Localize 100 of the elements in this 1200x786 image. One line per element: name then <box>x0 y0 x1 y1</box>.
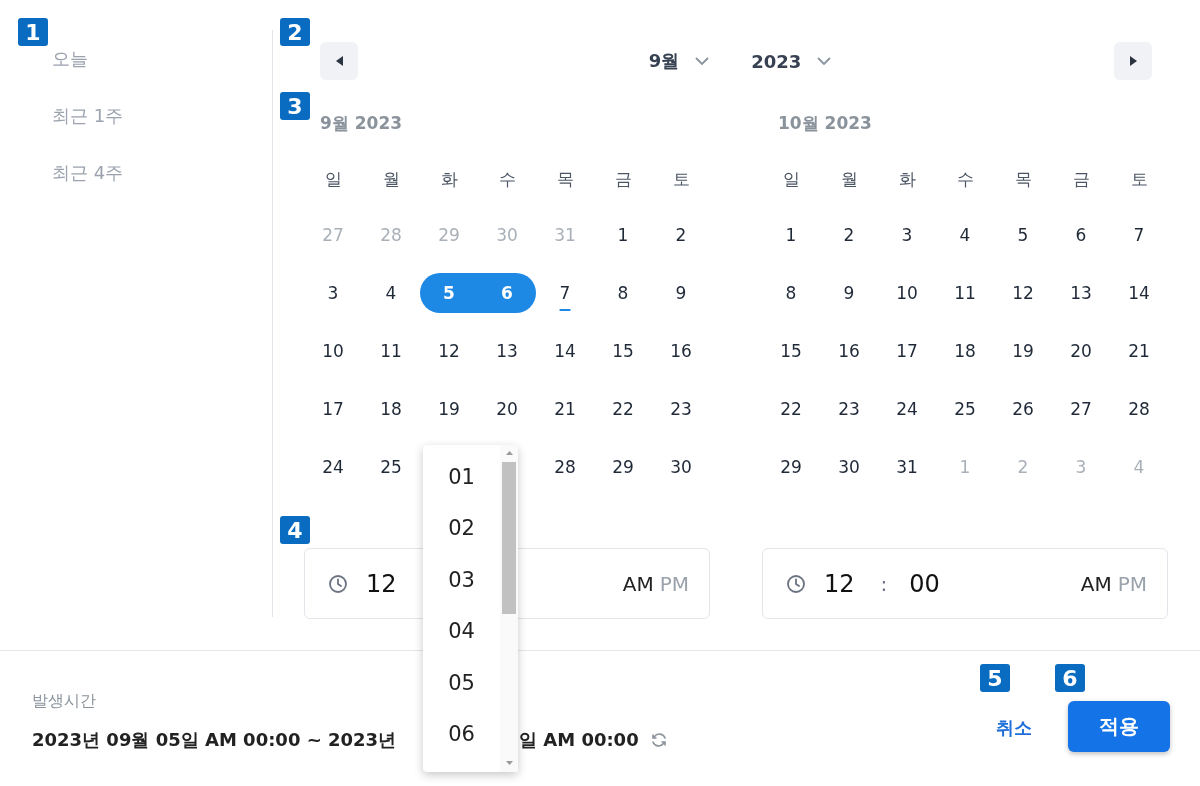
calendar-day[interactable]: 4 <box>936 215 994 255</box>
calendar-day[interactable]: 23 <box>652 389 710 429</box>
clock-icon <box>328 573 348 594</box>
calendar-day[interactable]: 22 <box>594 389 652 429</box>
calendar-day[interactable]: 16 <box>652 331 710 371</box>
calendar-day[interactable]: 17 <box>304 389 362 429</box>
calendar-day[interactable]: 10 <box>878 273 936 313</box>
number-badge: 6 <box>1055 664 1085 692</box>
calendar-day[interactable]: 14 <box>1110 273 1168 313</box>
hour-option[interactable]: 05 <box>423 657 500 709</box>
calendar-day[interactable]: 8 <box>762 273 820 313</box>
meridiem-option[interactable]: AM <box>1080 571 1112 596</box>
calendar-day[interactable]: 11 <box>362 331 420 371</box>
chevron-down-icon <box>817 56 832 66</box>
calendar-day[interactable]: 21 <box>1110 331 1168 371</box>
calendar-day[interactable]: 11 <box>936 273 994 313</box>
weekday-label: 토 <box>671 167 691 191</box>
calendar-day[interactable]: 6 <box>1052 215 1110 255</box>
calendar-day[interactable]: 14 <box>536 331 594 371</box>
hour-option[interactable]: 04 <box>423 605 500 657</box>
calendar-day[interactable]: 19 <box>420 389 478 429</box>
calendar-day[interactable]: 29 <box>594 447 652 487</box>
calendar-day[interactable]: 16 <box>820 331 878 371</box>
calendar-day[interactable]: 18 <box>936 331 994 371</box>
calendar-day[interactable]: 26 <box>994 389 1052 429</box>
calendar-day[interactable]: 25 <box>936 389 994 429</box>
weekday-label: 토 <box>1129 167 1149 191</box>
calendar-day[interactable]: 23 <box>820 389 878 429</box>
calendar-day[interactable]: 20 <box>478 389 536 429</box>
calendar-day[interactable]: 2 <box>652 215 710 255</box>
next-month-button[interactable] <box>1114 42 1152 80</box>
calendar-day[interactable]: 24 <box>304 447 362 487</box>
month-select[interactable]: 9월 <box>648 49 710 73</box>
calendar-day[interactable]: 22 <box>762 389 820 429</box>
calendar-day[interactable]: 1 <box>762 215 820 255</box>
calendar-day[interactable]: 24 <box>878 389 936 429</box>
apply-button[interactable]: 적용 <box>1068 701 1170 752</box>
minute-value[interactable]: 00 <box>909 569 940 598</box>
calendar-day[interactable]: 1 <box>594 215 652 255</box>
scrollbar[interactable] <box>500 445 518 772</box>
calendar-day[interactable]: 28 <box>536 447 594 487</box>
calendar-day[interactable]: 18 <box>362 389 420 429</box>
calendar-day[interactable]: 21 <box>536 389 594 429</box>
clock-icon <box>786 573 806 594</box>
hour-option[interactable]: 03 <box>423 554 500 606</box>
calendar-day[interactable]: 29 <box>762 447 820 487</box>
calendar-day[interactable]: 17 <box>878 331 936 371</box>
calendar-day[interactable]: 12 <box>420 331 478 371</box>
hour-option[interactable]: 01 <box>423 451 500 503</box>
weekday-label: 수 <box>955 167 975 191</box>
calendar-day[interactable]: 20 <box>1052 331 1110 371</box>
calendar-day[interactable]: 3 <box>304 273 362 313</box>
calendar-day[interactable]: 9 <box>652 273 710 313</box>
hour-option[interactable]: 02 <box>423 502 500 554</box>
scrollbar-thumb[interactable] <box>502 462 516 614</box>
month-title: 10월 2023 <box>777 112 873 134</box>
scroll-down-icon <box>505 760 513 766</box>
calendar-day[interactable]: 13 <box>478 331 536 371</box>
year-select[interactable]: 2023 <box>751 49 832 73</box>
selected-day[interactable]: 5 <box>420 273 478 313</box>
calendar-day[interactable]: 15 <box>594 331 652 371</box>
hour-value[interactable]: 12 <box>824 569 855 598</box>
number-badge: 4 <box>280 516 310 544</box>
calendar-day[interactable]: 8 <box>594 273 652 313</box>
calendar-day[interactable]: 31 <box>878 447 936 487</box>
right-triangle-icon <box>1127 55 1139 67</box>
calendar-day[interactable]: 27 <box>1052 389 1110 429</box>
cancel-button[interactable]: 취소 <box>992 712 1036 744</box>
calendar-day[interactable]: 25 <box>362 447 420 487</box>
calendar-day[interactable]: 12 <box>994 273 1052 313</box>
selected-day[interactable]: 6 <box>478 273 536 313</box>
calendar-day[interactable]: 30 <box>820 447 878 487</box>
weekday-label: 화 <box>439 167 459 191</box>
weekday-label: 수 <box>497 167 517 191</box>
meridiem-option[interactable]: AM <box>622 571 654 596</box>
hour-value[interactable]: 12 <box>366 569 397 598</box>
date-range-text: 2023년 09월 05일 AM 00:00 ~ 2023년 <box>32 728 398 752</box>
today-day[interactable]: 7 <box>536 273 594 313</box>
calendar-day[interactable]: 9 <box>820 273 878 313</box>
calendar-day[interactable]: 19 <box>994 331 1052 371</box>
calendar-day[interactable]: 30 <box>652 447 710 487</box>
calendar-day[interactable]: 7 <box>1110 215 1168 255</box>
calendar-day[interactable]: 15 <box>762 331 820 371</box>
calendar-day[interactable]: 28 <box>1110 389 1168 429</box>
weekday-label: 목 <box>555 167 575 191</box>
calendar-day[interactable]: 13 <box>1052 273 1110 313</box>
calendar-day[interactable]: 4 <box>362 273 420 313</box>
date-range-text: 일 AM 00:00 <box>519 728 639 752</box>
hour-option[interactable]: 06 <box>423 708 500 760</box>
number-badge: 2 <box>280 18 310 46</box>
time-field[interactable]: 12 : 00 AM PM <box>762 548 1168 619</box>
weekday-label: 금 <box>1071 167 1091 191</box>
weekday-label: 일 <box>323 167 343 191</box>
weekday-label: 월 <box>381 167 401 191</box>
calendar-day[interactable]: 2 <box>820 215 878 255</box>
calendar-day[interactable]: 10 <box>304 331 362 371</box>
calendar-day[interactable]: 5 <box>994 215 1052 255</box>
previous-month-button[interactable] <box>320 42 358 80</box>
weekday-label: 화 <box>897 167 917 191</box>
calendar-day[interactable]: 3 <box>878 215 936 255</box>
